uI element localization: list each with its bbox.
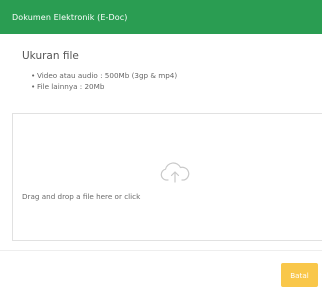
- footer-divider: [0, 250, 322, 251]
- dropzone-label: Drag and drop a file here or click: [22, 192, 141, 201]
- bullet-icon: •: [31, 82, 36, 91]
- cancel-button[interactable]: Batal: [281, 263, 318, 287]
- file-rule-other: File lainnya : 20Mb: [37, 82, 105, 91]
- cloud-upload-icon[interactable]: [159, 160, 191, 186]
- file-rule-video: Video atau audio : 500Mb (3gp & mp4): [37, 71, 178, 80]
- modal-header: Dokumen Elektronik (E-Doc): [0, 0, 322, 34]
- list-item: • File lainnya : 20Mb: [31, 81, 177, 92]
- file-size-list: • Video atau audio : 500Mb (3gp & mp4) •…: [31, 70, 178, 92]
- edoc-modal: Dokumen Elektronik (E-Doc) Ukuran file •…: [0, 0, 322, 293]
- file-size-heading: Ukuran file: [22, 50, 79, 62]
- bullet-icon: •: [31, 71, 36, 80]
- list-item: • Video atau audio : 500Mb (3gp & mp4): [31, 70, 178, 81]
- modal-title: Dokumen Elektronik (E-Doc): [12, 12, 128, 22]
